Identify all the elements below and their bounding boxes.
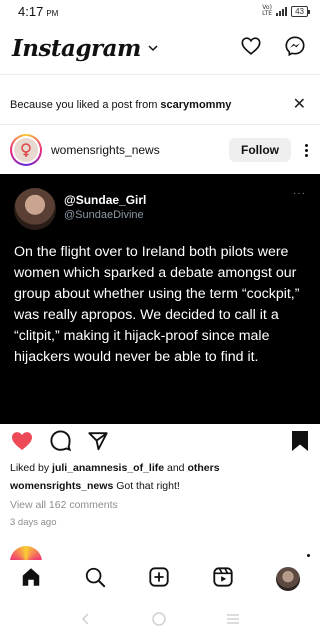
next-post-more-icon[interactable]	[307, 554, 310, 557]
battery-icon: 43	[291, 5, 310, 17]
post-avatar[interactable]	[10, 134, 42, 166]
tweet-more-icon: ···	[293, 188, 306, 199]
system-nav-bar	[0, 606, 320, 636]
chevron-down-icon	[147, 42, 159, 54]
instagram-logo: Instagram	[12, 34, 141, 62]
likes-middle: and	[164, 462, 188, 474]
view-comments-link[interactable]: View all 162 comments	[10, 499, 310, 511]
likes-prefix: Liked by	[10, 462, 53, 474]
header-divider	[0, 74, 320, 75]
tweet-handle: @SundaeDivine	[64, 209, 144, 221]
suggestion-text: Because you liked a post from scarymommy	[10, 99, 231, 111]
profile-avatar[interactable]	[276, 567, 300, 591]
suggestion-banner: Because you liked a post from scarymommy…	[0, 92, 320, 118]
post-actions	[0, 428, 320, 458]
clock: 4:17 PM	[18, 4, 58, 19]
volte-indicator: Vo) LTE	[262, 5, 272, 17]
caption-text: Got that right!	[113, 480, 180, 492]
caption-username[interactable]: womensrights_news	[10, 480, 113, 492]
battery-level: 43	[295, 6, 304, 16]
suggestion-account[interactable]: scarymommy	[160, 99, 231, 111]
likes-others[interactable]: others	[187, 462, 219, 474]
post-actions-left	[10, 429, 290, 458]
bottom-nav	[0, 560, 320, 598]
more-options-icon[interactable]	[303, 143, 310, 157]
reels-icon[interactable]	[212, 566, 234, 593]
messenger-icon[interactable]	[284, 35, 306, 62]
comment-icon[interactable]	[49, 429, 72, 457]
suggestion-divider	[0, 124, 320, 125]
ampm-text: PM	[46, 8, 59, 18]
next-post-peek	[10, 546, 310, 560]
follow-button[interactable]: Follow	[229, 138, 291, 162]
time-text: 4:17	[18, 3, 44, 19]
new-post-icon[interactable]	[148, 566, 170, 593]
tweet-display-name: @Sundae_Girl	[64, 193, 147, 207]
likes-user[interactable]: juli_anamnesis_of_life	[52, 462, 164, 474]
app-header: Instagram	[0, 28, 320, 68]
caption-line: womensrights_news Got that right!	[10, 480, 310, 492]
tweet-avatar	[14, 188, 56, 230]
womens-symbol-icon	[21, 143, 31, 157]
tweet-text: On the flight over to Ireland both pilot…	[14, 244, 300, 365]
home-circle-icon[interactable]	[151, 611, 167, 632]
menu-icon[interactable]	[225, 612, 241, 631]
signal-icon	[276, 6, 288, 16]
close-icon[interactable]: ✕	[293, 97, 306, 113]
post-image[interactable]: @Sundae_Girl @SundaeDivine ··· On the fl…	[0, 174, 320, 424]
like-icon[interactable]	[10, 429, 34, 458]
header-actions	[240, 35, 306, 62]
status-bar: 4:17 PM Vo) LTE 43	[0, 0, 320, 22]
status-indicators: Vo) LTE 43	[262, 5, 310, 17]
next-post-avatar[interactable]	[10, 546, 42, 560]
suggestion-prefix: Because you liked a post from	[10, 99, 161, 111]
back-icon[interactable]	[79, 612, 93, 631]
share-icon[interactable]	[87, 430, 109, 457]
save-icon[interactable]	[290, 430, 310, 457]
likes-line[interactable]: Liked by juli_anamnesis_of_life and othe…	[10, 462, 310, 474]
post-header: womensrights_news Follow	[0, 130, 320, 170]
post-username[interactable]: womensrights_news	[51, 143, 229, 157]
logo-switcher[interactable]: Instagram	[12, 35, 159, 62]
search-icon[interactable]	[84, 566, 106, 593]
home-icon[interactable]	[20, 566, 42, 593]
heart-icon[interactable]	[240, 35, 262, 62]
post-timestamp: 3 days ago	[10, 517, 57, 528]
volte-bottom-text: LTE	[262, 10, 273, 17]
